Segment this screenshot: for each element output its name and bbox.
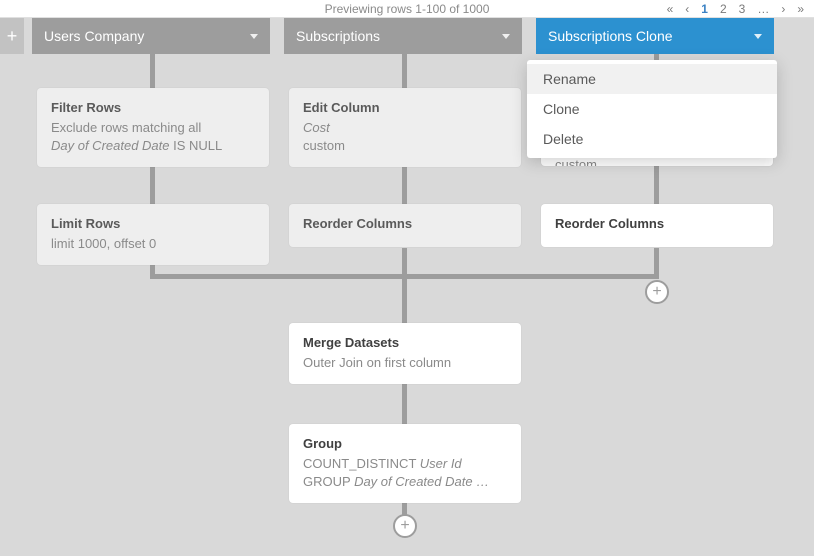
connector-line (150, 274, 659, 279)
pager-page-2[interactable]: 2 (716, 2, 731, 16)
pager-last[interactable]: » (793, 2, 808, 16)
column-header-subscriptions-clone[interactable]: Subscriptions Clone (536, 18, 774, 54)
column-header-label: Subscriptions (296, 28, 380, 44)
column-header-label: Subscriptions Clone (548, 28, 673, 44)
connector-line (402, 384, 407, 424)
pager-page-3[interactable]: 3 (735, 2, 750, 16)
menu-item-rename[interactable]: Rename (527, 64, 777, 94)
top-bar: Previewing rows 1-100 of 1000 « ‹ 1 2 3 … (0, 0, 814, 18)
card-edit-column[interactable]: Edit Column Cost custom (289, 88, 521, 167)
chevron-down-icon (250, 34, 258, 39)
add-step-button[interactable]: + (645, 280, 669, 304)
pager: « ‹ 1 2 3 … › » (663, 2, 808, 16)
card-title: Filter Rows (51, 100, 255, 115)
pager-first[interactable]: « (663, 2, 678, 16)
card-title: Edit Column (303, 100, 507, 115)
add-column-button[interactable]: + (0, 18, 26, 54)
card-subtitle: limit 1000, offset 0 (51, 235, 255, 253)
card-limit-rows[interactable]: Limit Rows limit 1000, offset 0 (37, 204, 269, 265)
menu-item-clone[interactable]: Clone (527, 94, 777, 124)
add-step-button[interactable]: + (393, 514, 417, 538)
connector-line (150, 166, 155, 204)
pager-ellipsis: … (753, 2, 773, 16)
column-header-users-company[interactable]: Users Company (32, 18, 270, 54)
pager-prev[interactable]: ‹ (681, 2, 693, 16)
connector-line (402, 54, 407, 88)
card-reorder-columns-clone[interactable]: Reorder Columns (541, 204, 773, 247)
card-title: Group (303, 436, 507, 451)
card-reorder-columns[interactable]: Reorder Columns (289, 204, 521, 247)
column-header-row: + Users Company Subscriptions Subscripti… (0, 18, 814, 54)
chevron-down-icon (754, 34, 762, 39)
card-subtitle: Cost custom (303, 119, 507, 155)
card-title: Limit Rows (51, 216, 255, 231)
column-context-menu: Rename Clone Delete (527, 60, 777, 158)
pager-next[interactable]: › (777, 2, 789, 16)
menu-item-delete[interactable]: Delete (527, 124, 777, 154)
connector-line (150, 54, 155, 88)
card-title: Reorder Columns (555, 216, 759, 231)
card-title: Reorder Columns (303, 216, 507, 231)
connector-line (402, 248, 407, 323)
column-header-subscriptions[interactable]: Subscriptions (284, 18, 522, 54)
connector-line (402, 166, 407, 204)
column-header-label: Users Company (44, 28, 144, 44)
card-merge-datasets[interactable]: Merge Datasets Outer Join on first colum… (289, 323, 521, 384)
pager-page-1[interactable]: 1 (697, 2, 712, 16)
card-title: Merge Datasets (303, 335, 507, 350)
card-subtitle: Outer Join on first column (303, 354, 507, 372)
connector-line (654, 166, 659, 204)
pipeline-canvas: Filter Rows Exclude rows matching all Da… (0, 54, 814, 554)
card-subtitle: COUNT_DISTINCT User Id GROUP Day of Crea… (303, 455, 507, 491)
card-group[interactable]: Group COUNT_DISTINCT User Id GROUP Day o… (289, 424, 521, 503)
card-subtitle: Exclude rows matching all Day of Created… (51, 119, 255, 155)
chevron-down-icon (502, 34, 510, 39)
card-filter-rows[interactable]: Filter Rows Exclude rows matching all Da… (37, 88, 269, 167)
